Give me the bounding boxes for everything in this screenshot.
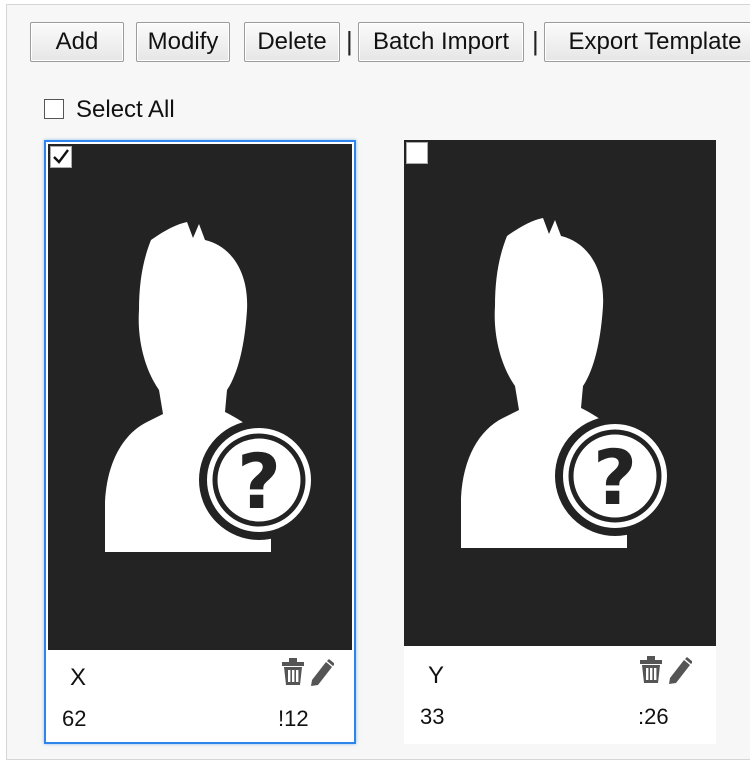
card-checkbox[interactable] — [406, 142, 428, 164]
delete-button[interactable]: Delete — [244, 22, 340, 62]
modify-button[interactable]: Modify — [136, 22, 230, 62]
person-code: 33 — [420, 704, 445, 729]
person-photo: ? — [48, 144, 352, 650]
unknown-person-icon: ? — [461, 218, 667, 548]
select-all-checkbox[interactable] — [44, 99, 64, 119]
trash-icon[interactable] — [638, 656, 664, 689]
trash-icon[interactable] — [280, 658, 306, 691]
add-button[interactable]: Add — [30, 22, 124, 62]
export-template-button[interactable]: Export Template — [544, 22, 750, 62]
svg-text:?: ? — [593, 433, 637, 522]
person-code: 62 — [62, 706, 87, 731]
pencil-icon[interactable] — [666, 656, 693, 689]
toolbar-separator: | — [532, 26, 539, 56]
card-checkbox[interactable] — [50, 146, 72, 168]
select-all-label: Select All — [76, 96, 175, 123]
person-name: Y — [428, 662, 445, 689]
person-secondary-code: :26 — [638, 704, 669, 729]
batch-import-button[interactable]: Batch Import — [358, 22, 524, 62]
person-secondary-code: !12 — [278, 706, 309, 731]
unknown-person-icon: ? — [105, 222, 311, 552]
person-card[interactable]: ? X 62 !12 — [44, 140, 356, 744]
svg-text:?: ? — [237, 437, 281, 526]
pencil-icon[interactable] — [308, 658, 335, 691]
person-card[interactable]: ? Y 33 :26 — [404, 140, 716, 744]
toolbar-separator: | — [346, 26, 353, 56]
checkmark-icon — [53, 149, 69, 164]
person-photo: ? — [404, 140, 716, 646]
person-name: X — [70, 664, 87, 691]
